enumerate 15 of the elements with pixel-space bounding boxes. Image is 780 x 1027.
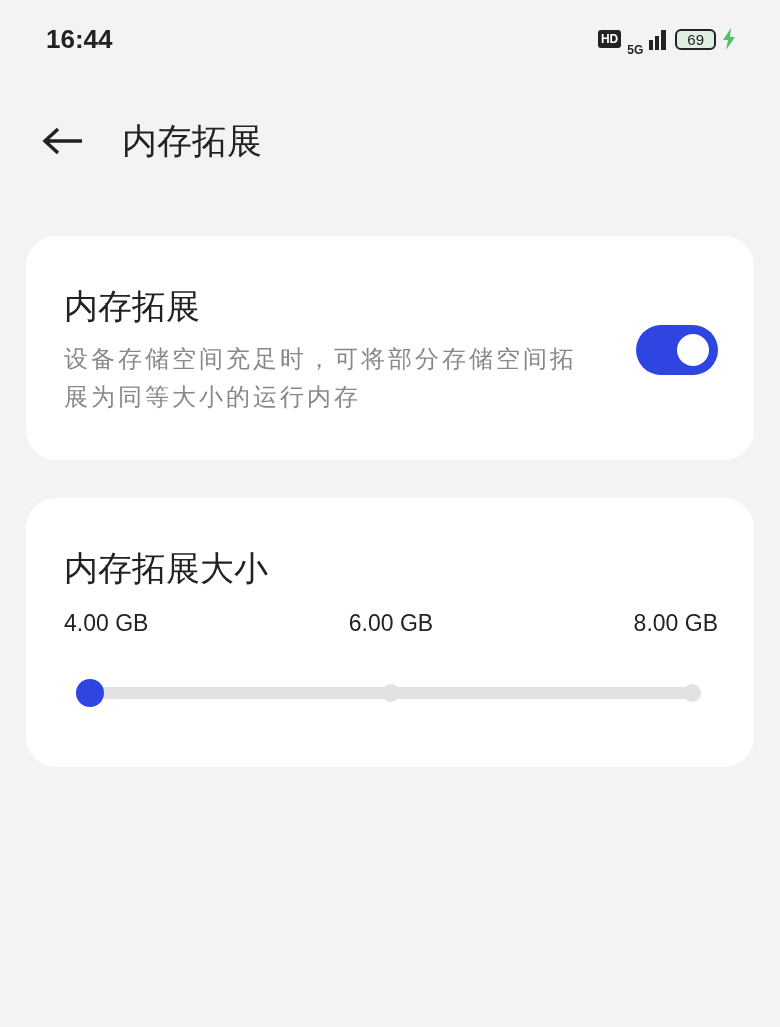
size-label: 6.00 GB xyxy=(348,610,434,637)
setting-title: 内存拓展大小 xyxy=(64,547,269,590)
status-time: 16:44 xyxy=(46,23,113,55)
battery-level: 69 xyxy=(675,28,716,50)
page-title: 内存拓展 xyxy=(122,119,262,163)
setting-title: 内存拓展 xyxy=(64,285,201,328)
toggle-switch[interactable] xyxy=(636,325,718,375)
size-label: 8.00 GB xyxy=(633,610,718,637)
back-icon[interactable] xyxy=(42,126,84,156)
hd-badge: HD xyxy=(597,30,622,48)
size-label: 4.00 GB xyxy=(64,610,149,637)
network-type: 5G xyxy=(627,43,644,57)
slider-thumb[interactable] xyxy=(76,679,104,707)
setting-description: 设备存储空间充足时，可将部分存储空间拓展为同等大小的运行内存 xyxy=(64,344,578,413)
slider-track[interactable] xyxy=(76,679,701,707)
